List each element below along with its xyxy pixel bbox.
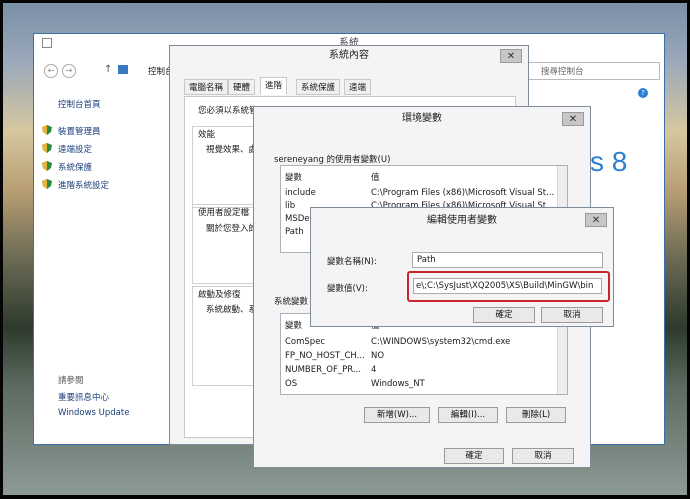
edit-user-variable-title: 編輯使用者變數 [427,215,497,226]
system-variables-label: 系統變數 [274,297,309,307]
table-row[interactable]: NUMBER_OF_PR... 4 [281,364,559,376]
startup-recovery-group-title: 啟動及修復 [198,290,241,300]
nav-system-protection[interactable]: 系統保護 [58,161,92,173]
tab-advanced[interactable]: 進階 [260,77,288,95]
user-profiles-group-title: 使用者設定檔 [198,208,250,218]
environment-variables-title: 環境變數 [402,113,442,124]
see-also-action-center[interactable]: 重要訊息中心 [58,391,109,403]
startup-recovery-group-text: 系統啟動、系 [206,305,258,315]
edit-dialog-close-button[interactable]: ✕ [585,213,607,227]
variable-name-label: 變數名稱(N): [327,257,377,267]
environment-cancel-button[interactable]: 取消 [512,448,574,464]
tab-bar: 電腦名稱 硬體 進階 系統保護 遠端 [184,77,514,97]
variable-value: C:\WINDOWS\system32\cmd.exe [371,337,511,347]
nav-advanced-settings[interactable]: 進階系統設定 [58,179,109,191]
see-also-heading: 請參閱 [58,376,84,386]
control-panel-icon [118,65,128,74]
variable-value: Windows_NT [371,379,425,389]
variable-name: Path [285,227,304,237]
list-header: 變數 值 [281,172,559,184]
environment-variables-close-button[interactable]: ✕ [562,112,584,126]
user-profiles-group-text: 關於您登入的 [206,224,258,234]
performance-group-title: 效能 [198,130,216,140]
header-variable[interactable]: 變數 [285,172,302,184]
search-box[interactable]: 搜尋控制台 [528,62,660,80]
edit-dialog-ok-button[interactable]: 確定 [473,307,535,323]
tab-hardware[interactable]: 硬體 [228,79,256,95]
windows-8-logo-text: s 8 [590,146,628,177]
edit-dialog-cancel-button[interactable]: 取消 [541,307,603,323]
table-row[interactable]: ComSpec C:\WINDOWS\system32\cmd.exe [281,336,559,348]
shield-icon [42,179,52,189]
control-panel-home-link[interactable]: 控制台首頁 [58,98,101,110]
up-icon[interactable]: ↑ [104,64,112,75]
performance-group-text: 視覺效果、處 [206,145,258,155]
variable-name: include [285,188,316,198]
variable-name: OS [285,379,298,389]
header-variable[interactable]: 變數 [285,320,302,332]
variable-value: 4 [371,365,377,375]
table-row[interactable]: include C:\Program Files (x86)\Microsoft… [281,187,559,199]
tab-remote[interactable]: 遠端 [344,79,372,95]
shield-icon [42,161,52,171]
variable-name-field[interactable]: Path [412,252,603,268]
system-properties-title: 系統內容 [329,50,369,61]
see-also-windows-update[interactable]: Windows Update [58,408,129,418]
tab-computer-name[interactable]: 電腦名稱 [184,79,229,95]
variable-value: C:\Program Files (x86)\Microsoft Visual … [371,188,555,198]
delete-variable-button[interactable]: 刪除(L) [506,407,566,423]
forward-icon[interactable]: → [62,64,76,78]
variable-name: FP_NO_HOST_CH... [285,351,365,361]
back-icon[interactable]: ← [44,64,58,78]
variable-name: ComSpec [285,337,326,347]
new-variable-button[interactable]: 新增(W)... [364,407,430,423]
user-variables-label: sereneyang 的使用者變數(U) [274,155,391,165]
header-value[interactable]: 值 [371,172,380,184]
desktop-frame: 系統 ← → ↑ 控制台 搜尋控制台 ? 控制台首頁 裝置管理員 遠端設定 系統… [3,3,687,495]
nav-device-manager[interactable]: 裝置管理員 [58,125,101,137]
variable-value-field[interactable]: e\;C:\SysJust\XQ2005\XS\Build\MinGW\bin [413,278,602,294]
search-input[interactable]: 搜尋控制台 [541,65,584,77]
system-properties-close-button[interactable]: ✕ [500,49,522,63]
variable-value: NO [371,351,385,361]
table-row[interactable]: FP_NO_HOST_CH... NO [281,350,559,362]
edit-user-variable-dialog: 編輯使用者變數 ✕ 變數名稱(N): Path 變數值(V): e\;C:\Sy… [310,207,614,327]
tab-system-protection[interactable]: 系統保護 [296,79,341,95]
nav-remote-settings[interactable]: 遠端設定 [58,143,92,155]
shield-icon [42,125,52,135]
edit-variable-button[interactable]: 編輯(I)... [438,407,498,423]
table-row[interactable]: OS Windows_NT [281,378,559,390]
shield-icon [42,143,52,153]
variable-name: lib [285,201,296,211]
variable-name: NUMBER_OF_PR... [285,365,361,375]
environment-ok-button[interactable]: 確定 [444,448,504,464]
minimize-icon[interactable] [42,38,52,48]
variable-value-label: 變數值(V): [327,284,368,294]
help-icon[interactable]: ? [638,88,648,98]
